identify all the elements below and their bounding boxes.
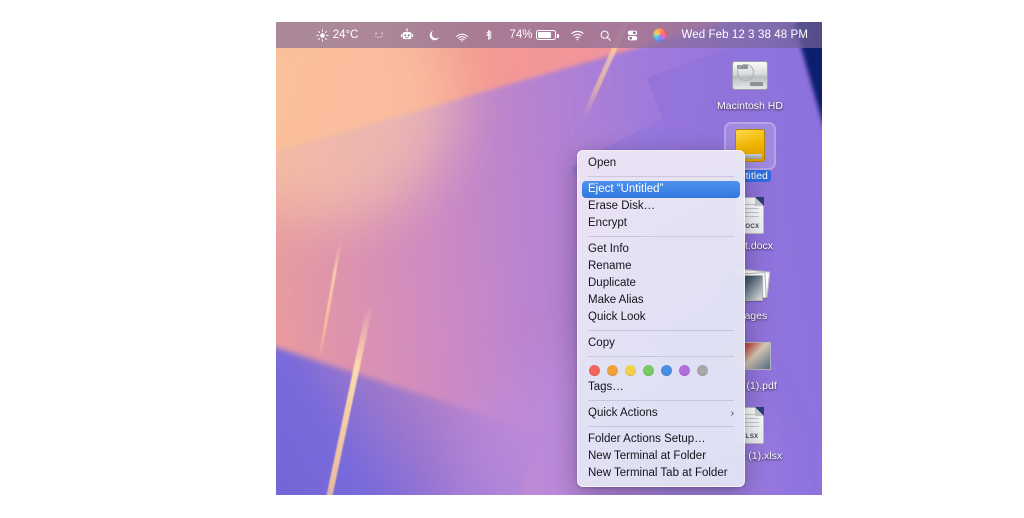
menu-item[interactable]: Copy	[578, 335, 744, 352]
menu-item-label: Encrypt	[588, 217, 627, 229]
context-menu[interactable]: Open Eject “Untitled” Erase Disk… Encrypt Ge…	[577, 150, 745, 487]
menu-item-label: Get Info	[588, 243, 629, 255]
menu-separator	[588, 400, 734, 401]
control-center-icon	[628, 30, 638, 40]
macos-screen: 24°C 74% Wed Feb 12 3 38 48 PM Macintosh…	[276, 22, 822, 495]
battery-fill	[538, 32, 552, 38]
tag-color-dot[interactable]	[625, 365, 636, 376]
battery-icon	[536, 30, 559, 40]
menu-separator	[588, 356, 734, 357]
screenshot-canvas: 24°C 74% Wed Feb 12 3 38 48 PM Macintosh…	[0, 0, 1024, 518]
airdrop-icon	[456, 33, 469, 42]
tag-color-dot[interactable]	[607, 365, 618, 376]
menu-separator	[588, 426, 734, 427]
control-center-button[interactable]	[619, 22, 646, 48]
menu-item[interactable]: Quick Look	[578, 309, 744, 326]
tag-color-dot[interactable]	[643, 365, 654, 376]
battery-percent-label: 74%	[509, 29, 533, 41]
menu-bar: 24°C 74% Wed Feb 12 3 38 48 PM	[276, 22, 822, 48]
menu-item-label: Quick Look	[588, 311, 646, 323]
bluetooth-icon	[486, 30, 492, 40]
menu-item[interactable]: Tags…	[578, 379, 744, 396]
brightness-sun-icon	[316, 28, 329, 42]
menu-item[interactable]: Erase Disk…	[578, 198, 744, 215]
menu-item[interactable]: Duplicate	[578, 275, 744, 292]
spotlight-search-icon	[601, 30, 612, 41]
battery-status-item[interactable]: 74%	[502, 22, 563, 48]
chevron-right-icon: ›	[730, 408, 734, 419]
menu-item-label: New Terminal at Folder	[588, 450, 707, 462]
desktop-icon-label: Macintosh HD	[717, 100, 783, 112]
menu-item-label: Rename	[588, 260, 632, 272]
menu-item-label: Make Alias	[588, 294, 644, 306]
menu-separator	[588, 330, 734, 331]
tag-color-dot[interactable]	[697, 365, 708, 376]
wifi-status-item[interactable]	[563, 22, 592, 48]
menu-item[interactable]: Rename	[578, 258, 744, 275]
menu-item[interactable]: New Terminal Tab at Folder	[578, 465, 744, 482]
do-not-disturb-moon-icon	[430, 30, 440, 40]
hard-drive-icon	[726, 54, 774, 98]
menu-item[interactable]: Open	[578, 155, 744, 172]
menu-item-label: Open	[588, 157, 617, 169]
face-status-item[interactable]	[365, 22, 393, 48]
menu-bar-clock[interactable]: Wed Feb 12 3 38 48 PM	[674, 22, 812, 48]
menu-item[interactable]: Get Info	[578, 241, 744, 258]
tag-color-swatches[interactable]	[578, 361, 744, 379]
temperature-label: 24°C	[332, 29, 359, 41]
spotlight-search-button[interactable]	[592, 22, 619, 48]
user-avatar-icon	[653, 28, 668, 42]
brightness-status-item[interactable]: 24°C	[309, 22, 366, 48]
menu-item[interactable]: Quick Actions ›	[578, 405, 744, 422]
menu-item-label: Eject “Untitled”	[588, 183, 664, 195]
menu-item[interactable]: Eject “Untitled”	[582, 181, 740, 198]
menu-item[interactable]: Make Alias	[578, 292, 744, 309]
robot-icon	[401, 28, 414, 40]
robot-status-item[interactable]	[393, 22, 421, 48]
user-avatar-button[interactable]	[646, 22, 674, 48]
menu-item[interactable]: Encrypt	[578, 215, 744, 232]
menu-item-label: Copy	[588, 337, 615, 349]
face-dots-icon	[375, 32, 384, 38]
bluetooth-status-item[interactable]	[476, 22, 502, 48]
menu-item-label: Folder Actions Setup…	[588, 433, 706, 445]
airdrop-status-item[interactable]	[448, 22, 476, 48]
tag-color-dot[interactable]	[589, 365, 600, 376]
do-not-disturb-status-item[interactable]	[421, 22, 448, 48]
menu-item-label: Quick Actions	[588, 407, 658, 419]
menu-item-label: Tags…	[588, 381, 624, 393]
tag-color-dot[interactable]	[661, 365, 672, 376]
menu-separator	[588, 176, 734, 177]
menu-item-label: Erase Disk…	[588, 200, 656, 212]
menu-separator	[588, 236, 734, 237]
menu-item-label: New Terminal Tab at Folder	[588, 467, 728, 479]
menu-item[interactable]: New Terminal at Folder	[578, 448, 744, 465]
desktop-icon-macintosh-hd[interactable]: Macintosh HD	[704, 54, 796, 112]
tag-color-dot[interactable]	[679, 365, 690, 376]
menu-item-label: Duplicate	[588, 277, 636, 289]
menu-item[interactable]: Folder Actions Setup…	[578, 431, 744, 448]
wifi-icon	[571, 30, 585, 41]
